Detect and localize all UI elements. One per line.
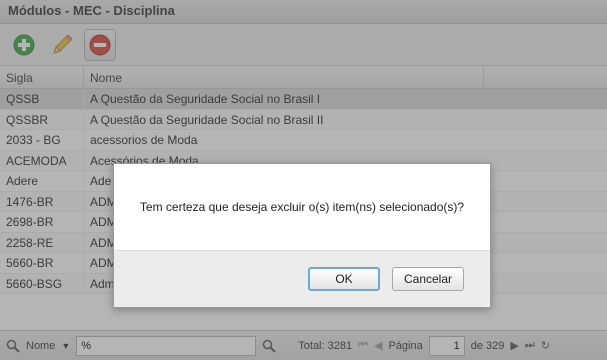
cancel-button[interactable]: Cancelar <box>392 267 464 291</box>
ok-button[interactable]: OK <box>308 267 380 291</box>
confirm-dialog: Tem certeza que deseja excluir o(s) item… <box>113 163 491 308</box>
dialog-footer: OK Cancelar <box>114 250 490 307</box>
dialog-message: Tem certeza que deseja excluir o(s) item… <box>139 200 465 214</box>
